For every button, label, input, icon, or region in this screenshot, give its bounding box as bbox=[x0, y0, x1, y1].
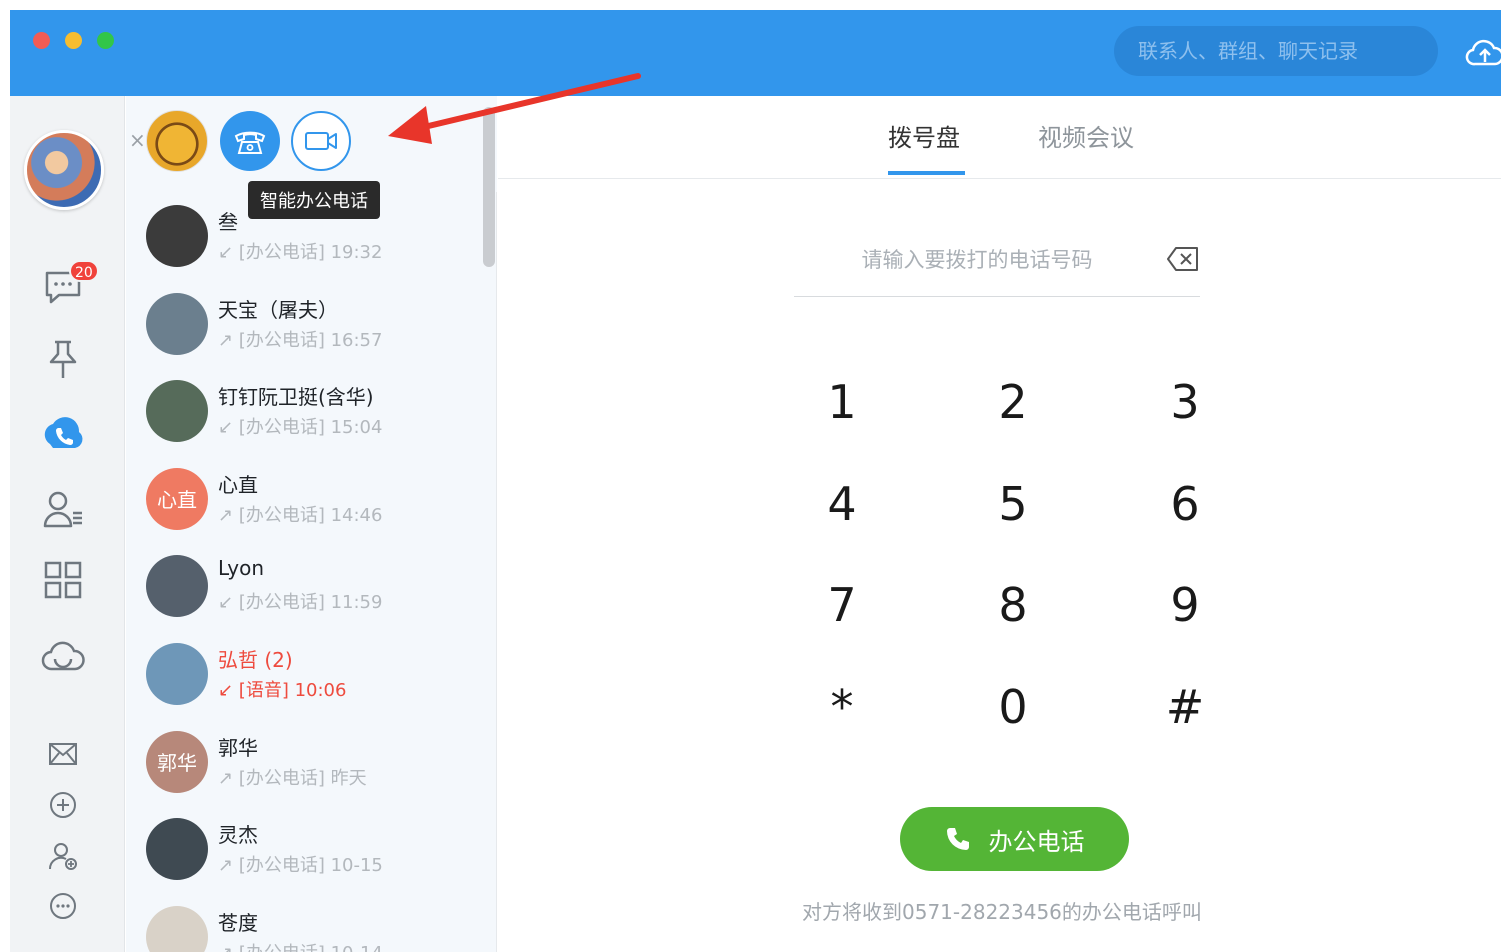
peer-avatar[interactable] bbox=[146, 110, 208, 172]
annotation-arrow bbox=[388, 73, 641, 144]
call-list-item[interactable]: 天宝（屠夫） ↗ [办公电话] 16:57 bbox=[126, 280, 497, 368]
call-list: × 智能办公电话 叁 ↙ [办公电话] 19:32 天宝（屠夫） ↗ [办公电话] 1… bbox=[126, 96, 497, 952]
dial-key[interactable]: 8 bbox=[973, 570, 1053, 640]
call-detail: ↙ [办公电话] 19:32 bbox=[218, 242, 383, 263]
phone-handset-icon bbox=[234, 131, 266, 154]
phone-icon bbox=[946, 828, 969, 850]
left-nav: 20 bbox=[10, 96, 125, 952]
phone-icon[interactable] bbox=[41, 412, 85, 456]
close-window-button[interactable] bbox=[33, 32, 50, 49]
tooltip: 智能办公电话 bbox=[248, 181, 380, 219]
contact-name: 叁 bbox=[218, 210, 238, 234]
contacts-icon[interactable] bbox=[41, 487, 85, 531]
minimize-window-button[interactable] bbox=[65, 32, 82, 49]
unread-badge: 20 bbox=[69, 260, 99, 282]
call-detail: ↗ [办公电话] 10-14 bbox=[218, 939, 383, 952]
phone-number-input[interactable]: 请输入要拨打的电话号码 bbox=[794, 235, 1200, 297]
active-tab-indicator bbox=[888, 171, 965, 175]
call-list-item[interactable]: Lyon ↙ [办公电话] 11:59 bbox=[126, 542, 497, 630]
call-hint-text: 对方将收到0571-28223456的办公电话呼叫 bbox=[802, 900, 1202, 924]
dial-key[interactable]: 5 bbox=[973, 469, 1053, 539]
dial-key[interactable]: 7 bbox=[802, 570, 882, 640]
backspace-icon[interactable] bbox=[1166, 246, 1200, 272]
contact-name: 钉钉阮卫挺(含华) bbox=[218, 385, 374, 410]
contact-name: 郭华 bbox=[218, 735, 258, 760]
call-detail: ↗ [办公电话] 10-15 bbox=[218, 855, 383, 877]
contact-name: 心直 bbox=[218, 472, 258, 497]
office-call-button[interactable]: 办公电话 bbox=[900, 807, 1129, 871]
call-list-item[interactable]: 郭华 郭华 ↗ [办公电话] 昨天 bbox=[126, 718, 497, 806]
cloud-upload-icon[interactable] bbox=[1465, 34, 1501, 70]
call-list-item[interactable]: 灵杰 ↗ [办公电话] 10-15 bbox=[126, 805, 497, 893]
call-detail: ↗ [办公电话] 16:57 bbox=[218, 329, 383, 351]
pin-icon[interactable] bbox=[41, 337, 85, 381]
office-call-label: 办公电话 bbox=[988, 827, 1085, 856]
dial-key[interactable]: 2 bbox=[973, 367, 1053, 437]
mail-icon[interactable] bbox=[41, 732, 85, 776]
video-camera-icon bbox=[305, 132, 337, 150]
call-list-item[interactable]: 心直 心直 ↗ [办公电话] 14:46 bbox=[126, 455, 497, 543]
avatar bbox=[146, 643, 208, 705]
contact-name: 天宝（屠夫） bbox=[218, 297, 338, 322]
contact-name: 灵杰 bbox=[218, 823, 258, 848]
tab-video-conference[interactable]: 视频会议 bbox=[1038, 118, 1134, 153]
dial-key[interactable]: * bbox=[802, 672, 882, 742]
avatar bbox=[146, 292, 208, 355]
contact-name: 弘哲 (2) bbox=[218, 648, 293, 672]
avatar: 郭华 bbox=[146, 730, 208, 793]
dial-key[interactable]: 3 bbox=[1145, 367, 1225, 437]
avatar bbox=[146, 205, 208, 267]
video-call-button[interactable] bbox=[291, 111, 351, 171]
contact-name: 苍度 bbox=[218, 910, 258, 935]
dial-key[interactable]: 0 bbox=[973, 672, 1053, 742]
dial-key[interactable]: 4 bbox=[802, 469, 882, 539]
dialer-panel: 拨号盘 视频会议 请输入要拨打的电话号码 1 2 3 4 5 6 7 8 9 * 0 # 办公电话 对… bbox=[498, 96, 1501, 952]
add-icon[interactable] bbox=[41, 783, 85, 827]
title-bar: 联系人、群组、聊天记录 bbox=[10, 10, 1501, 96]
dial-key[interactable]: 1 bbox=[802, 367, 882, 437]
dial-key[interactable]: 6 bbox=[1145, 469, 1225, 539]
apps-icon[interactable] bbox=[41, 558, 85, 602]
zoom-window-button[interactable] bbox=[97, 32, 114, 49]
cloud-icon[interactable] bbox=[41, 633, 85, 677]
avatar bbox=[146, 380, 208, 443]
call-list-item[interactable]: 弘哲 (2) ↙ [语音] 10:06 bbox=[126, 630, 497, 718]
avatar bbox=[146, 905, 208, 952]
avatar bbox=[146, 818, 208, 881]
add-contact-icon[interactable] bbox=[41, 834, 85, 878]
call-list-item[interactable]: 钉钉阮卫挺(含华) ↙ [办公电话] 15:04 bbox=[126, 367, 497, 455]
call-detail: ↙ [语音] 10:06 bbox=[218, 680, 347, 701]
more-icon[interactable] bbox=[41, 884, 85, 928]
call-detail: ↙ [办公电话] 11:59 bbox=[218, 592, 383, 614]
close-icon[interactable]: × bbox=[129, 128, 146, 152]
smart-office-phone-button[interactable] bbox=[220, 111, 280, 171]
app-window: 联系人、群组、聊天记录 20 × 智能办公电话 叁 ↙ [办公电话] 19:32… bbox=[10, 10, 1501, 952]
avatar: 心直 bbox=[146, 467, 208, 530]
my-avatar[interactable] bbox=[24, 130, 104, 210]
call-list-item[interactable]: 苍度 ↗ [办公电话] 10-14 bbox=[126, 893, 497, 952]
dial-key[interactable]: # bbox=[1145, 672, 1225, 742]
avatar bbox=[146, 555, 208, 618]
dial-key[interactable]: 9 bbox=[1145, 570, 1225, 640]
contact-name: Lyon bbox=[218, 556, 265, 581]
call-detail: ↗ [办公电话] 14:46 bbox=[218, 504, 383, 526]
call-detail: ↙ [办公电话] 15:04 bbox=[218, 417, 383, 439]
tab-dialpad[interactable]: 拨号盘 bbox=[888, 118, 960, 153]
call-detail: ↗ [办公电话] 昨天 bbox=[218, 767, 367, 789]
search-input[interactable]: 联系人、群组、聊天记录 bbox=[1114, 26, 1438, 76]
